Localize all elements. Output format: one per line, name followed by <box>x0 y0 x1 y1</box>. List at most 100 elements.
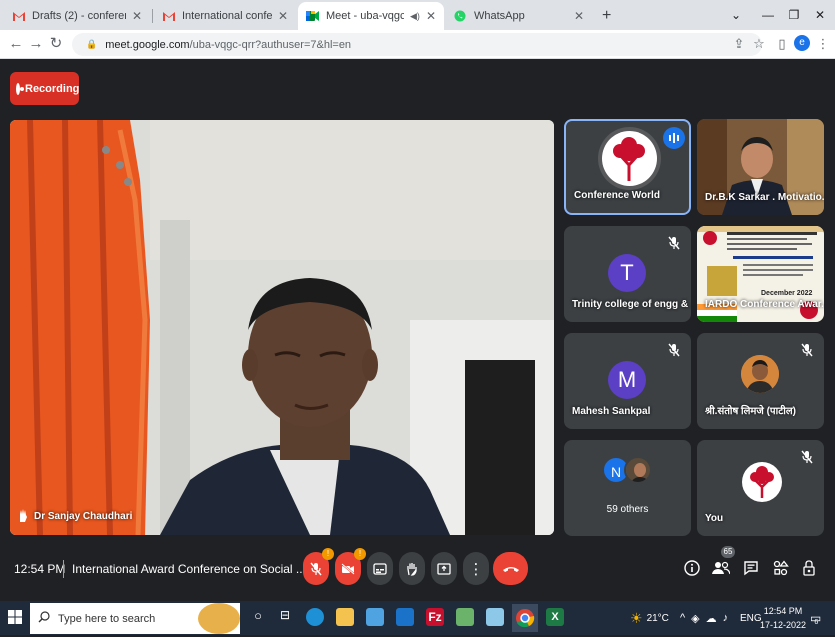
close-tab-icon[interactable]: ✕ <box>574 9 584 23</box>
recording-label: Recording <box>25 82 80 95</box>
meeting-clock: 12:54 PM <box>14 562 66 576</box>
taskbar-clock[interactable]: 12:54 PM 17-12-2022 <box>760 604 806 632</box>
back-arrow-icon[interactable]: ← <box>6 34 26 54</box>
main-speaker-video[interactable]: Dr Sanjay Chaudhari <box>10 120 554 535</box>
activities-icon[interactable] <box>772 560 790 578</box>
whatsapp-icon <box>454 10 468 22</box>
weather-widget[interactable]: ☀ 21°C <box>630 601 669 635</box>
camera-warning-badge: ! <box>354 548 366 560</box>
camera-off-icon <box>341 562 355 575</box>
tab-drafts[interactable]: Drafts (2) - conferencepaper626 ✕ <box>4 2 150 30</box>
people-icon[interactable] <box>712 560 731 578</box>
chat-icon[interactable] <box>742 560 760 578</box>
address-bar[interactable]: 🔒 meet.google.com /uba-vqgc-qrr?authuser… <box>72 33 762 56</box>
mic-off-icon <box>667 236 681 250</box>
lock-icon: 🔒 <box>86 39 98 49</box>
tab-strip: Drafts (2) - conferencepaper626 ✕ Intern… <box>0 0 835 30</box>
tray-expand-icon[interactable]: ^ <box>680 612 685 624</box>
main-speaker-name: Dr Sanjay Chaudhari <box>18 508 132 525</box>
leave-call-button[interactable] <box>493 552 528 585</box>
app-icon[interactable] <box>456 608 474 626</box>
store-icon[interactable] <box>366 608 384 626</box>
participant-tile-trinity-college[interactable]: T Trinity college of engg & ... <box>564 226 691 322</box>
mic-off-icon <box>310 562 322 575</box>
windows-start-icon[interactable] <box>8 610 22 624</box>
participant-tile-conference-world[interactable]: Conference World <box>564 119 691 215</box>
participant-count-badge: 65 <box>721 546 735 558</box>
avatar <box>624 456 652 484</box>
side-panel-icon[interactable]: ▯ <box>773 35 791 53</box>
participant-tile-you[interactable]: You <box>697 440 824 536</box>
network-icon[interactable]: ◈ <box>691 612 699 625</box>
camera-toggle-button[interactable]: ! <box>335 548 366 585</box>
audio-playing-icon[interactable]: ◀) <box>410 11 420 22</box>
language-indicator[interactable]: ENG <box>740 601 762 635</box>
system-tray[interactable]: ^ ◈ ☁ ♪ <box>680 601 728 635</box>
close-tab-icon[interactable]: ✕ <box>426 9 436 23</box>
weather-icon: ☀ <box>630 609 643 626</box>
search-highlight-icon <box>198 603 240 634</box>
file-explorer-icon[interactable] <box>336 608 354 626</box>
raise-hand-button[interactable] <box>399 552 425 585</box>
microphone-toggle-button[interactable]: ! <box>303 548 334 585</box>
meeting-details-icon[interactable] <box>683 560 701 578</box>
volume-icon[interactable]: ♪ <box>723 612 729 624</box>
bookmark-star-icon[interactable]: ☆ <box>750 35 768 53</box>
tab-international-mail[interactable]: International conference Mail ✕ <box>154 2 296 30</box>
conference-world-logo <box>602 131 657 186</box>
end-call-icon <box>502 566 519 572</box>
tab-whatsapp[interactable]: WhatsApp ✕ <box>446 2 592 30</box>
profile-avatar[interactable]: e <box>794 35 810 51</box>
onedrive-icon[interactable]: ☁ <box>706 612 717 625</box>
url-host: meet.google.com <box>105 38 190 51</box>
tab-meet[interactable]: Meet - uba-vqgc-qrr ◀) ✕ <box>298 2 444 30</box>
mail-icon[interactable] <box>396 608 414 626</box>
edge-icon[interactable] <box>306 608 324 626</box>
avatar <box>741 355 779 393</box>
new-tab-button[interactable]: + <box>594 2 618 30</box>
search-icon <box>38 611 50 626</box>
participant-tile-mahesh-sankpal[interactable]: M Mahesh Sankpal <box>564 333 691 429</box>
mic-off-icon <box>667 343 681 357</box>
speaker-video-frame <box>10 120 554 535</box>
close-tab-icon[interactable]: ✕ <box>132 9 142 23</box>
forward-arrow-icon[interactable]: → <box>26 34 46 54</box>
share-icon[interactable]: ⇪ <box>730 35 748 53</box>
hand-icon <box>407 562 417 576</box>
speaking-indicator-icon <box>663 127 685 149</box>
menu-dots-icon[interactable]: ⋮ <box>814 35 832 53</box>
url-path: /uba-vqgc-qrr?authuser=7&hl=en <box>189 38 352 51</box>
host-controls-icon[interactable] <box>800 560 818 578</box>
browser-toolbar: ← → ↻ 🔒 meet.google.com /uba-vqgc-qrr?au… <box>0 30 835 59</box>
close-tab-icon[interactable]: ✕ <box>278 9 288 23</box>
close-window-button[interactable]: ✕ <box>800 0 835 30</box>
recording-indicator[interactable]: Recording <box>10 72 79 105</box>
present-icon <box>437 562 451 575</box>
captions-button[interactable] <box>367 552 393 585</box>
hand-raise-icon <box>18 508 28 525</box>
mic-warning-badge: ! <box>322 548 334 560</box>
filezilla-icon[interactable]: Fz <box>426 608 444 626</box>
mic-off-icon <box>800 343 814 357</box>
excel-icon[interactable]: X <box>546 608 564 626</box>
search-placeholder: Type here to search <box>58 612 156 625</box>
more-options-button[interactable]: ⋮ <box>463 552 489 585</box>
task-view-icon[interactable]: ⊟ <box>276 608 294 626</box>
meet-icon <box>306 10 320 22</box>
notification-icon[interactable]: ▭ 6 <box>810 601 825 635</box>
app-icon-2[interactable] <box>486 608 504 626</box>
cortana-icon[interactable]: ○ <box>249 608 267 626</box>
mic-off-icon <box>800 450 814 464</box>
captions-icon <box>373 562 387 575</box>
chrome-icon[interactable] <box>512 604 538 632</box>
participant-tile-iardo-poster[interactable]: December 2022 IARDO Conference Awar... <box>697 226 824 322</box>
participant-tile-santosh-limje[interactable]: श्री.संतोष लिमजे (पाटील) <box>697 333 824 429</box>
gmail-icon <box>12 10 26 22</box>
reload-icon[interactable]: ↻ <box>46 34 66 54</box>
taskbar-search[interactable]: Type here to search <box>30 603 240 634</box>
present-screen-button[interactable] <box>431 552 457 585</box>
avatar: M <box>608 361 646 399</box>
participant-tile-bk-sarkar[interactable]: Dr.B.K Sarkar . Motivatio... <box>697 119 824 215</box>
more-vert-icon: ⋮ <box>468 560 484 578</box>
participant-tile-others[interactable]: N 59 others <box>564 440 691 536</box>
